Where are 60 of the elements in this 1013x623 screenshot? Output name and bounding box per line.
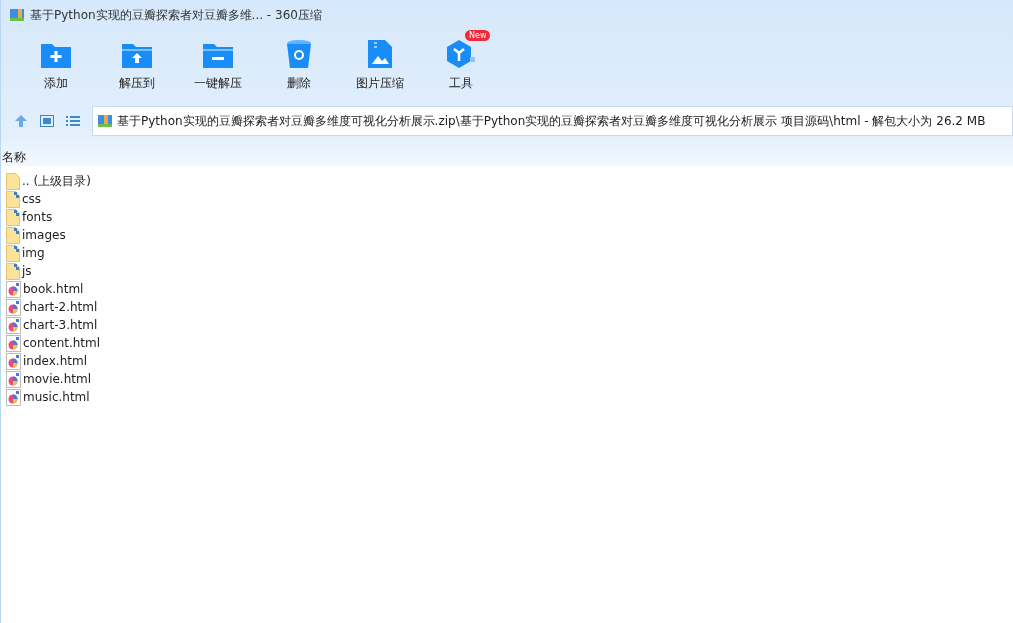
file-row[interactable]: index.html xyxy=(6,352,1013,370)
file-row[interactable]: chart-3.html xyxy=(6,316,1013,334)
folder-plus-icon xyxy=(39,41,72,69)
html-file-icon xyxy=(6,316,21,334)
folder-minus-icon xyxy=(201,41,234,69)
toolbar-button[interactable]: 添加 xyxy=(16,30,95,98)
folder-shortcut-icon xyxy=(6,262,20,280)
html-file-icon xyxy=(6,334,21,352)
folder-up-arrow-icon xyxy=(120,41,153,69)
html-file-icon xyxy=(6,298,21,316)
file-name: music.html xyxy=(23,390,90,404)
toolbar-button[interactable]: 解压到 xyxy=(97,30,176,98)
up-arrow-icon[interactable] xyxy=(14,114,28,128)
html-file-icon xyxy=(6,352,21,370)
file-name: css xyxy=(22,192,42,206)
folder-shortcut-icon xyxy=(6,226,20,244)
file-row[interactable]: js xyxy=(6,262,1013,280)
archive-icon xyxy=(97,113,113,129)
file-name: chart-3.html xyxy=(23,318,98,332)
list-view-icon[interactable] xyxy=(66,115,80,127)
folder-shortcut-icon xyxy=(6,190,20,208)
html-file-icon xyxy=(6,370,21,388)
toolbar-button[interactable]: 删除 xyxy=(259,30,338,98)
file-name: index.html xyxy=(23,354,87,368)
column-header[interactable]: 名称 xyxy=(1,149,26,166)
file-row[interactable]: images xyxy=(6,226,1013,244)
hexagon-tools-icon xyxy=(444,39,477,69)
path-field[interactable]: 基于Python实现的豆瓣探索者对豆瓣多维度可视化分析展示.zip\基于Python实现的豆瓣探索者对豆瓣多维度可视化分析展示 项目源码\html - 解包大小为 26.2 MB xyxy=(92,106,1013,136)
file-name: chart-2.html xyxy=(23,300,98,314)
file-name: img xyxy=(22,246,45,260)
html-file-icon xyxy=(6,388,21,406)
file-row[interactable]: chart-2.html xyxy=(6,298,1013,316)
file-row[interactable]: fonts xyxy=(6,208,1013,226)
image-file-icon xyxy=(366,39,393,69)
toolbar-button[interactable]: 图片压缩 xyxy=(340,30,419,98)
file-name: .. (上级目录) xyxy=(22,172,91,190)
window-title: 基于Python实现的豆瓣探索者对豆瓣多维... - 360压缩 xyxy=(30,6,322,24)
file-name: fonts xyxy=(22,210,53,224)
file-name: book.html xyxy=(23,282,84,296)
file-row[interactable]: music.html xyxy=(6,388,1013,406)
toolbar-button[interactable]: 一键解压 xyxy=(178,30,257,98)
app-icon xyxy=(9,7,25,23)
new-badge: New xyxy=(465,30,491,41)
folder-icon xyxy=(6,172,20,190)
file-name: js xyxy=(22,264,32,278)
file-name: images xyxy=(22,228,66,242)
file-row[interactable]: book.html xyxy=(6,280,1013,298)
file-row[interactable]: content.html xyxy=(6,334,1013,352)
file-name: content.html xyxy=(23,336,101,350)
folder-shortcut-icon xyxy=(6,244,20,262)
toolbar-button[interactable]: New 工具 xyxy=(421,30,500,98)
html-file-icon xyxy=(6,280,21,298)
file-row[interactable]: img xyxy=(6,244,1013,262)
thumbnail-view-icon[interactable] xyxy=(40,115,54,127)
file-row[interactable]: css xyxy=(6,190,1013,208)
file-name: movie.html xyxy=(23,372,91,386)
folder-shortcut-icon xyxy=(6,208,20,226)
recycle-bin-icon xyxy=(285,39,312,69)
file-row[interactable]: movie.html xyxy=(6,370,1013,388)
file-row[interactable]: .. (上级目录) xyxy=(6,172,1013,190)
